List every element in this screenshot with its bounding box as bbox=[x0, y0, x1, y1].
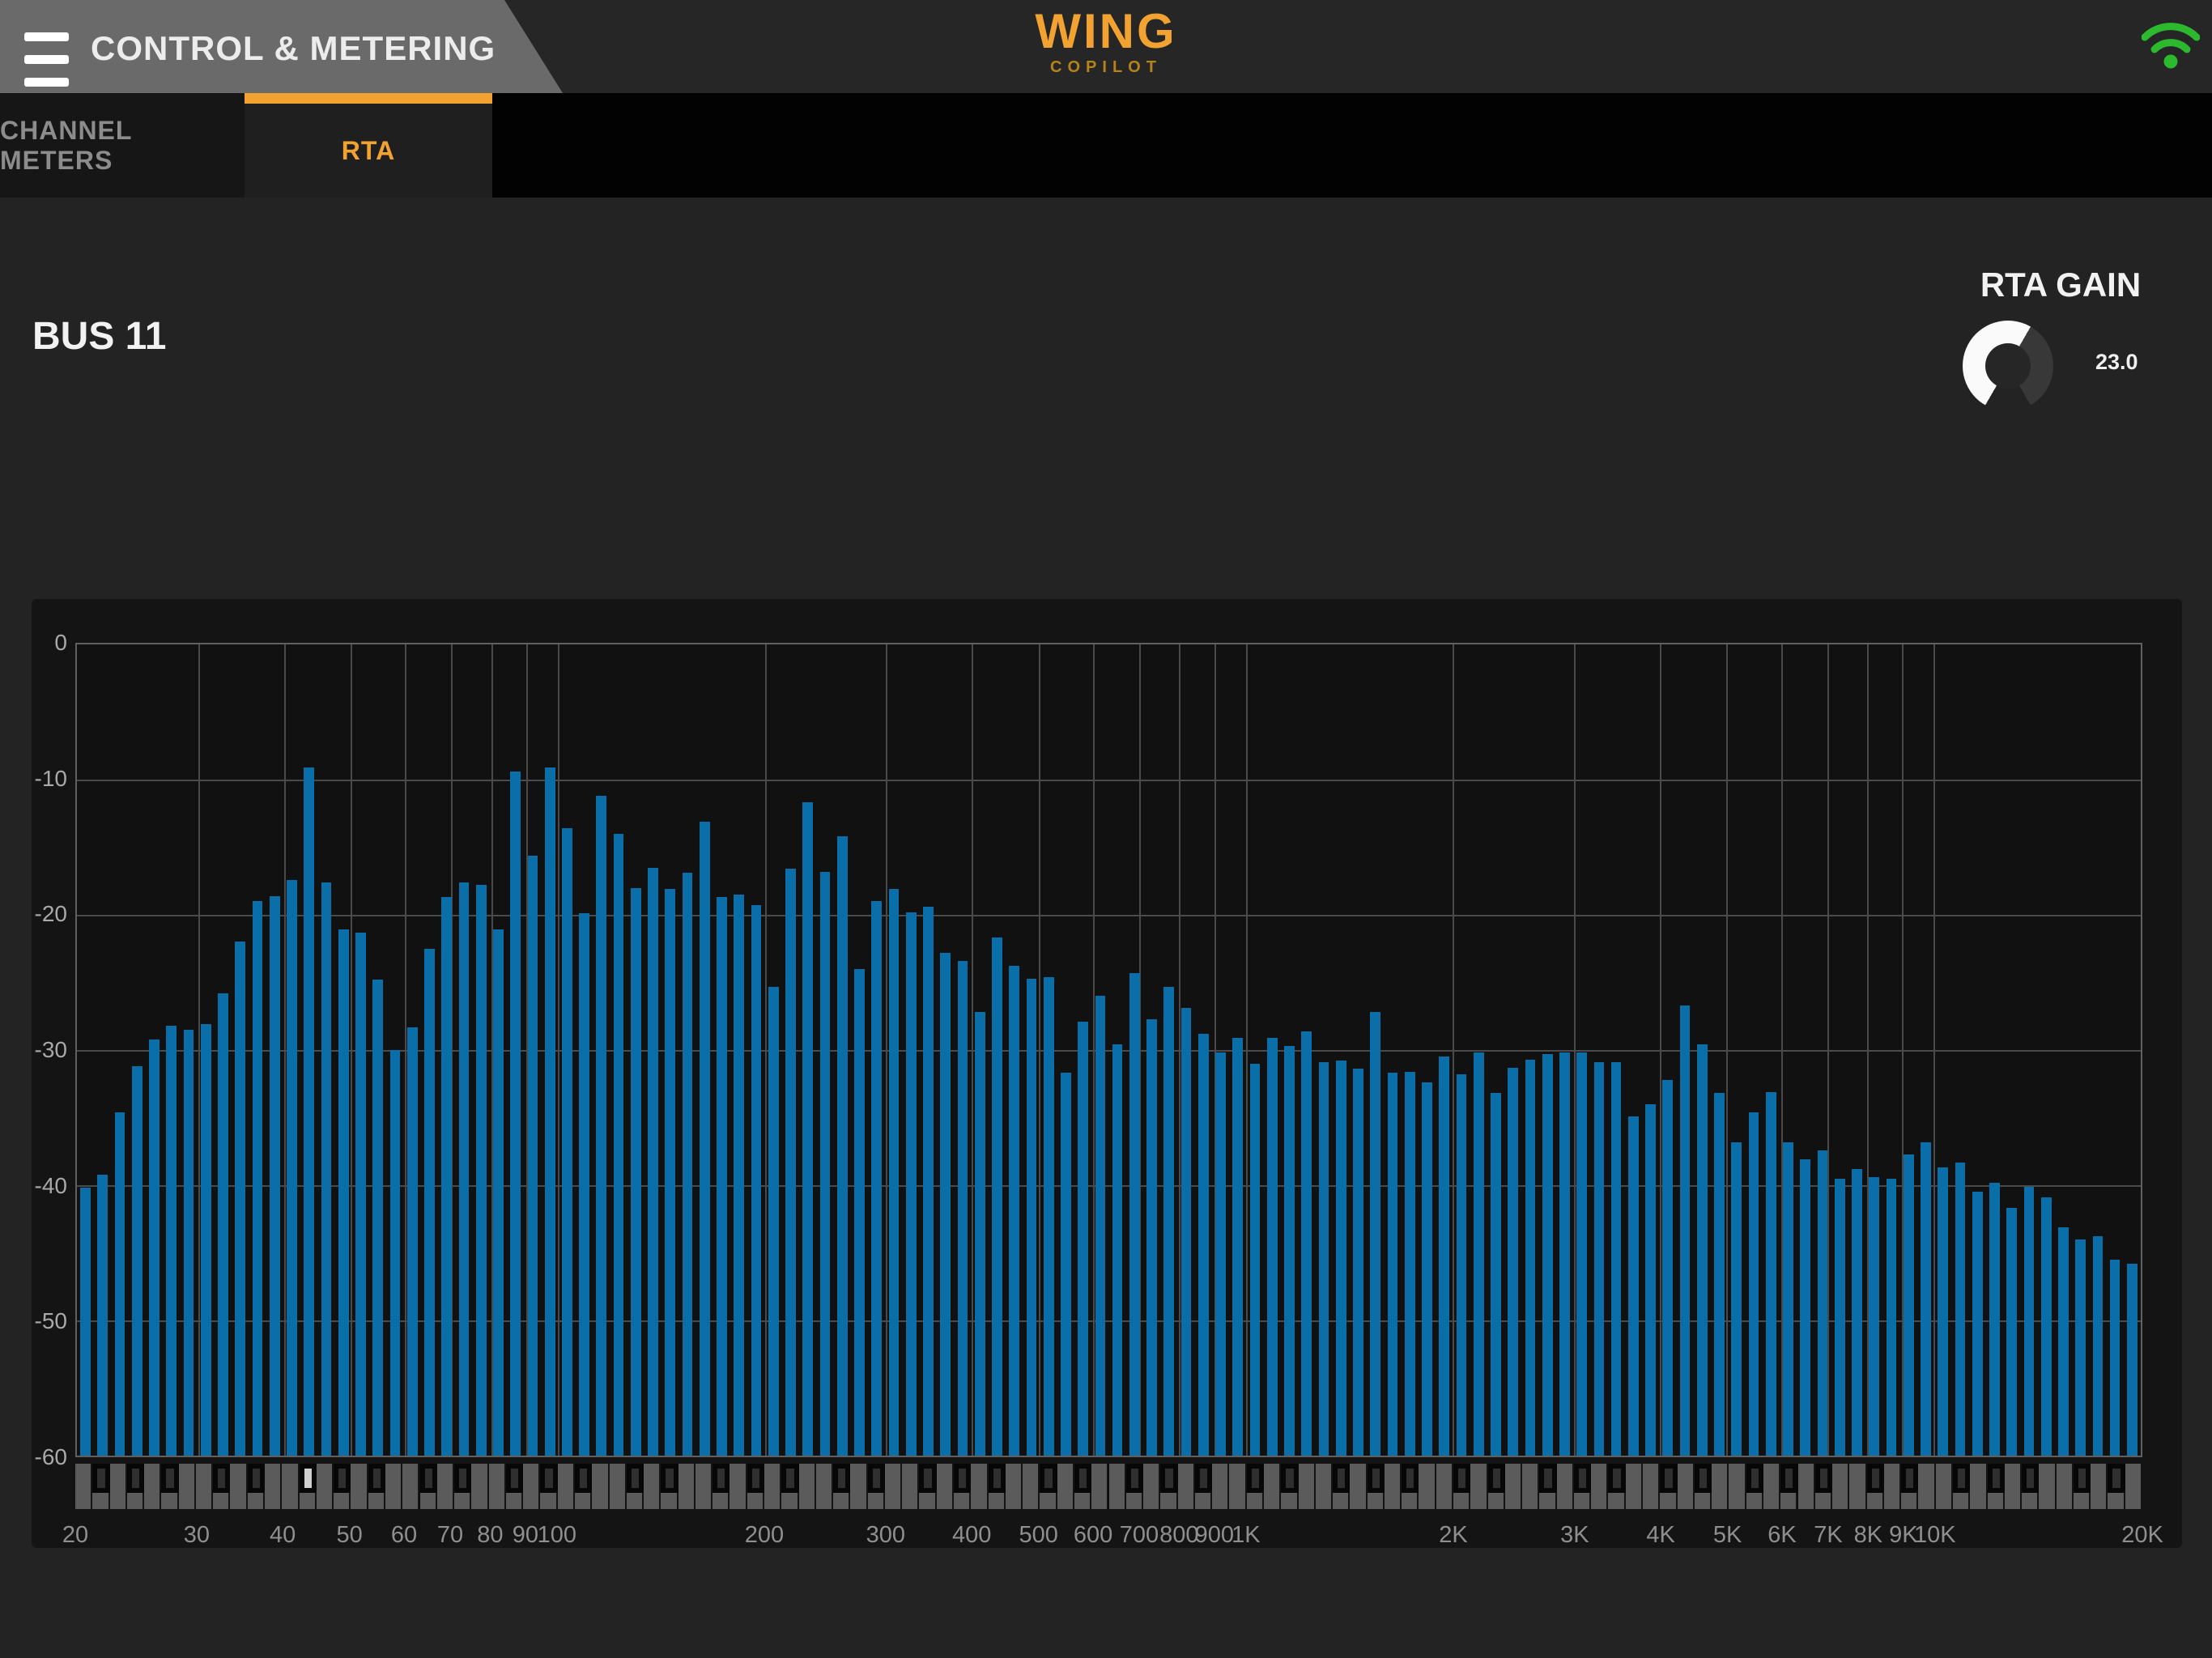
y-tick-label: -60 bbox=[32, 1444, 67, 1470]
x-tick-label: 5K bbox=[1713, 1522, 1742, 1549]
x-tick-label: 20 bbox=[62, 1522, 88, 1549]
x-tick-label: 100 bbox=[538, 1522, 576, 1549]
x-axis-labels: 2030405060708090100200300400500600700800… bbox=[75, 599, 2142, 1548]
x-tick-label: 900 bbox=[1195, 1522, 1234, 1549]
rta-gain-knob[interactable] bbox=[1963, 321, 2053, 411]
tab-bar: CHANNEL METERS RTA bbox=[0, 93, 2212, 198]
x-tick-label: 60 bbox=[391, 1522, 417, 1549]
x-tick-label: 500 bbox=[1019, 1522, 1057, 1549]
x-tick-label: 700 bbox=[1120, 1522, 1159, 1549]
y-tick-label: -20 bbox=[32, 901, 67, 927]
source-name-label: BUS 11 bbox=[32, 314, 166, 359]
x-tick-label: 300 bbox=[866, 1522, 905, 1549]
y-tick-label: -50 bbox=[32, 1308, 67, 1334]
x-tick-label: 3K bbox=[1560, 1522, 1589, 1549]
y-tick-label: -30 bbox=[32, 1037, 67, 1063]
x-tick-label: 70 bbox=[437, 1522, 463, 1549]
x-tick-label: 7K bbox=[1814, 1522, 1842, 1549]
app-logo: WING COPILOT bbox=[944, 6, 1268, 78]
x-tick-label: 600 bbox=[1074, 1522, 1112, 1549]
x-tick-label: 50 bbox=[337, 1522, 363, 1549]
x-tick-label: 800 bbox=[1159, 1522, 1198, 1549]
top-header: CONTROL & METERING WING COPILOT bbox=[0, 0, 2212, 93]
y-tick-label: -40 bbox=[32, 1173, 67, 1199]
rta-gain-value: 23.0 bbox=[2095, 350, 2138, 375]
x-tick-label: 2K bbox=[1439, 1522, 1467, 1549]
y-tick-label: -10 bbox=[32, 766, 67, 792]
tab-channel-meters[interactable]: CHANNEL METERS bbox=[0, 93, 245, 198]
rta-gain-label: RTA GAIN bbox=[1935, 266, 2186, 304]
wing-copilot-app: CONTROL & METERING WING COPILOT CHANNEL … bbox=[0, 0, 2212, 1658]
wifi-icon[interactable] bbox=[2142, 16, 2200, 70]
tab-rta[interactable]: RTA bbox=[245, 93, 492, 198]
x-tick-label: 40 bbox=[270, 1522, 296, 1549]
menu-icon[interactable] bbox=[24, 32, 69, 91]
x-tick-label: 80 bbox=[477, 1522, 503, 1549]
y-tick-label: 0 bbox=[32, 630, 67, 656]
x-tick-label: 30 bbox=[184, 1522, 210, 1549]
x-tick-label: 4K bbox=[1646, 1522, 1674, 1549]
x-tick-label: 20K bbox=[2121, 1522, 2163, 1549]
page-title: CONTROL & METERING bbox=[91, 29, 496, 68]
x-tick-label: 6K bbox=[1767, 1522, 1796, 1549]
x-tick-label: 10K bbox=[1914, 1522, 1956, 1549]
x-tick-label: 90 bbox=[513, 1522, 538, 1549]
rta-chart-panel: 0 -10 -20 -30 -40 -50 -60 20 30 40 50 60 70 80 90100 2… bbox=[32, 599, 2182, 1548]
logo-wing: WING bbox=[944, 6, 1268, 57]
x-tick-label: 200 bbox=[745, 1522, 784, 1549]
x-tick-label: 1K bbox=[1231, 1522, 1260, 1549]
x-tick-label: 400 bbox=[952, 1522, 991, 1549]
x-tick-label: 8K bbox=[1854, 1522, 1882, 1549]
logo-copilot: COPILOT bbox=[944, 57, 1268, 78]
